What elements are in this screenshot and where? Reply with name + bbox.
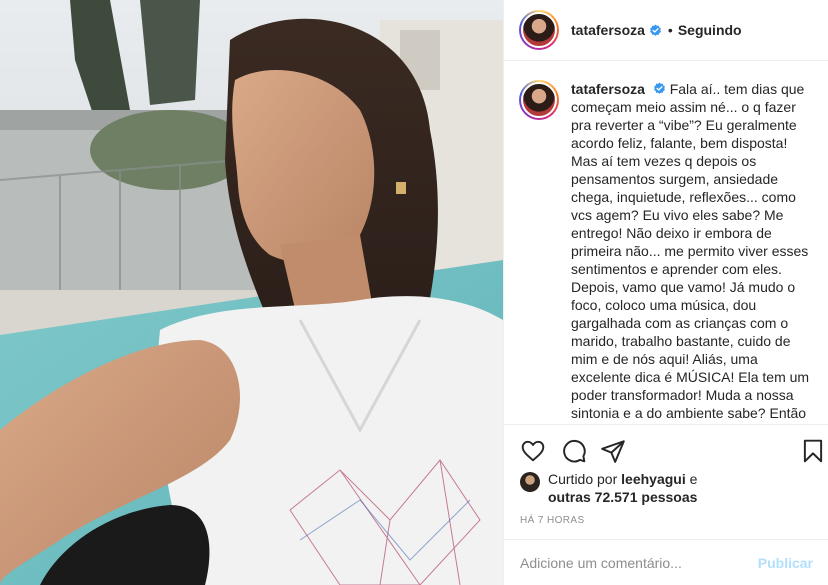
likes-conjunction: e (689, 471, 698, 487)
likes-text: Curtido por leehyagui e outras 72.571 pe… (548, 470, 697, 506)
post-side-panel: tatafersoza • Seguindo tatafersoza Fala … (503, 0, 828, 585)
comment-input[interactable] (520, 554, 758, 571)
bookmark-icon[interactable] (800, 438, 826, 464)
following-button[interactable]: Seguindo (678, 22, 742, 38)
header-separator: • (667, 22, 673, 38)
author-avatar[interactable] (519, 10, 559, 50)
author-username[interactable]: tatafersoza (571, 22, 645, 38)
publish-button[interactable]: Publicar (758, 555, 813, 571)
photo-illustration (0, 0, 503, 585)
action-bar (504, 424, 828, 474)
verified-badge-icon (653, 82, 665, 94)
post-header: tatafersoza • Seguindo (504, 0, 828, 61)
avatar-image (521, 12, 557, 48)
share-icon[interactable] (600, 438, 626, 464)
caption-username[interactable]: tatafersoza (571, 81, 645, 97)
likes-prefix: Curtido por (548, 471, 618, 487)
caption-text: Fala aí.. tem dias que começam meio assi… (571, 81, 810, 421)
liker-avatar[interactable] (520, 472, 540, 492)
verified-badge-icon (650, 24, 661, 36)
comments-section[interactable]: tatafersoza Fala aí.. tem dias que começ… (504, 62, 828, 424)
post-caption: tatafersoza Fala aí.. tem dias que começ… (571, 80, 813, 422)
heart-icon[interactable] (520, 438, 546, 464)
avatar-image (521, 82, 557, 118)
comment-form: Publicar (504, 539, 828, 585)
likes-count[interactable]: outras 72.571 pessoas (548, 489, 697, 505)
liker-username[interactable]: leehyagui (621, 471, 686, 487)
caption-author-avatar[interactable] (519, 80, 559, 120)
post-photo[interactable] (0, 0, 503, 585)
caption-row: tatafersoza Fala aí.. tem dias que começ… (519, 80, 813, 422)
post-timestamp[interactable]: HÁ 7 HORAS (520, 515, 585, 526)
likes-summary: Curtido por leehyagui e outras 72.571 pe… (520, 470, 820, 506)
comment-icon[interactable] (561, 438, 587, 464)
